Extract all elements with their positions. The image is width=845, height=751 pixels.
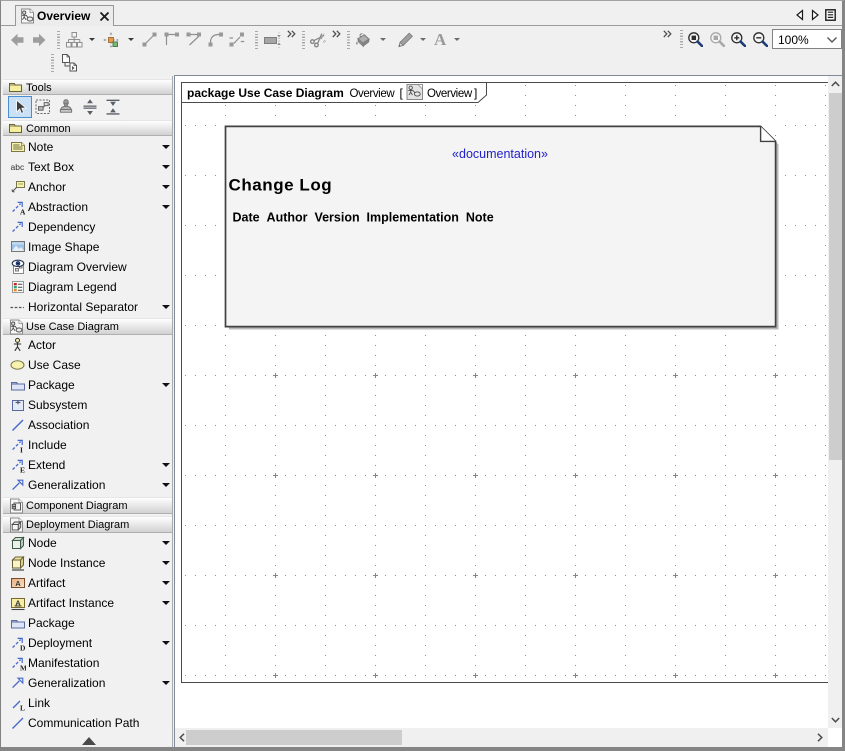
svg-text:M: M (20, 664, 26, 672)
svg-text:«documentation»: «documentation» (452, 147, 548, 161)
svg-text:abc: abc (11, 162, 25, 172)
svg-text:A: A (20, 208, 26, 216)
svg-text:]: ] (474, 86, 477, 100)
svg-text:I: I (20, 446, 23, 454)
svg-text:Change Log: Change Log (229, 176, 333, 195)
svg-text:D: D (20, 644, 26, 652)
svg-text:Overview: Overview (427, 88, 473, 100)
svg-text:package Use Case Diagram: package Use Case Diagram (187, 86, 344, 100)
svg-text:E: E (20, 466, 25, 474)
svg-text:Date Author Version Impleme: Date Author Version Implementation Note (233, 211, 494, 225)
svg-text:Overview: Overview (350, 88, 396, 100)
svg-text:A: A (15, 579, 21, 588)
svg-text:L: L (20, 704, 25, 712)
